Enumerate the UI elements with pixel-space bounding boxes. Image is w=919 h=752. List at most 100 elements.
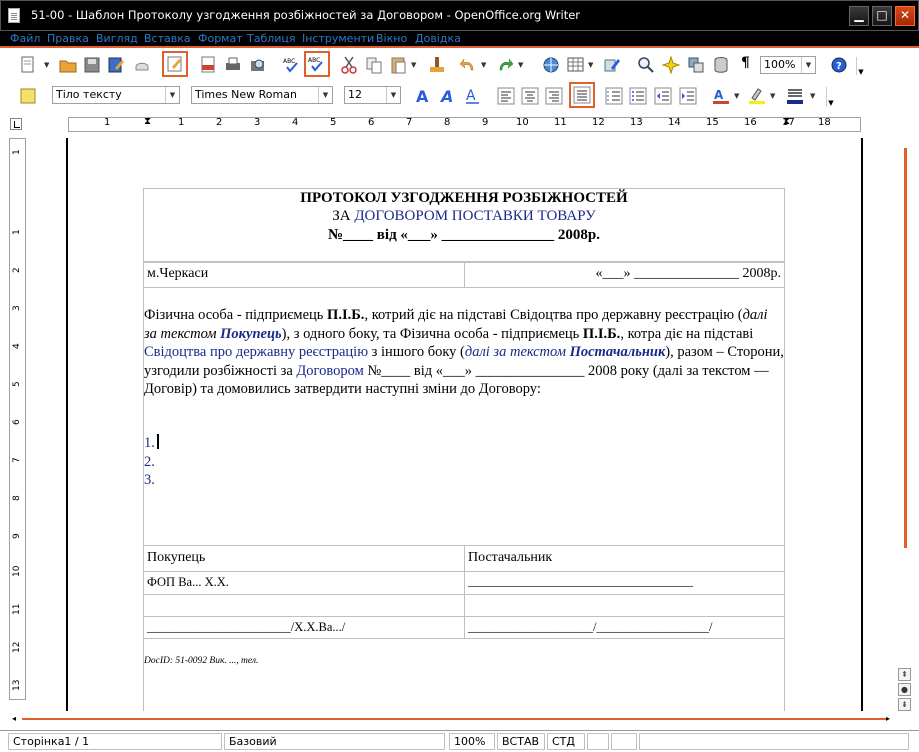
status-style[interactable]: Базовий [224,733,445,750]
scroll-right-icon[interactable]: ▸ [886,714,890,723]
previous-page-icon[interactable]: ⇞ [898,668,911,681]
redo-icon[interactable] [495,55,515,75]
edit-file-icon[interactable] [106,55,126,75]
open-folder-icon[interactable] [58,55,78,75]
navigation-icon[interactable]: ● [898,683,911,696]
numbering-icon[interactable] [604,86,624,106]
edit-mode-icon[interactable] [162,51,188,77]
find-replace-icon[interactable] [636,55,656,75]
status-modified [587,733,609,750]
menu-edit[interactable]: Правка [47,32,89,45]
highlighting-icon[interactable] [747,86,767,106]
font-size-select[interactable]: 12 ▼ [344,86,401,104]
left-indent-marker[interactable]: ⧗ [144,116,151,127]
cut-icon[interactable] [339,55,359,75]
increase-indent-icon[interactable] [678,86,698,106]
align-right-icon[interactable] [544,86,564,106]
styles-formatting-icon[interactable] [18,86,38,106]
para-text: , котрий діє на підставі Свідоцтва про д… [364,307,743,323]
print-icon[interactable] [223,55,243,75]
maximize-button[interactable]: □ [872,6,892,26]
status-page[interactable]: Сторінка1 / 1 [8,733,222,750]
vertical-scrollbar[interactable]: ⇞ ● ⇟ [896,138,913,711]
menu-tools[interactable]: Інструменти [302,32,374,45]
para-text: Фізична особа - підприємець [144,307,328,323]
undo-icon[interactable] [458,55,478,75]
table-dropdown-icon[interactable]: ▼ [588,61,593,69]
horizontal-scrollbar[interactable] [22,718,886,720]
bold-icon[interactable]: A [413,86,433,106]
print-preview-icon[interactable] [248,55,268,75]
navigator-icon[interactable] [661,55,681,75]
menu-view[interactable]: Вигляд [96,32,138,45]
vertical-ruler[interactable]: 1 1 2 3 4 5 6 7 8 9 10 11 12 13 [9,138,26,700]
list-item[interactable]: 2. [144,453,159,472]
export-pdf-icon[interactable] [198,55,218,75]
chevron-down-icon: ▼ [165,87,179,103]
highlighting-dropdown-icon[interactable]: ▼ [770,92,775,100]
decrease-indent-icon[interactable] [653,86,673,106]
undo-dropdown-icon[interactable]: ▼ [481,61,486,69]
save-icon[interactable] [82,55,102,75]
gallery-icon[interactable] [686,55,706,75]
menu-window[interactable]: Вікно [376,32,407,45]
menu-insert[interactable]: Вставка [144,32,191,45]
background-color-dropdown-icon[interactable]: ▼ [810,92,815,100]
scroll-track[interactable] [904,148,907,548]
toolbar-overflow-icon[interactable]: ▼ [856,57,865,76]
bullets-icon[interactable] [628,86,648,106]
font-color-icon[interactable]: A [711,86,731,106]
para-text: Покупець [220,325,282,342]
menu-file[interactable]: Файл [10,32,40,45]
menu-format[interactable]: Формат [198,32,243,45]
zoom-select[interactable]: 100% ▼ [760,56,816,74]
contract-link[interactable]: ДОГОВОРОМ ПОСТАВКИ ТОВАРУ [354,208,595,224]
close-button[interactable]: ✕ [895,6,915,26]
show-draw-functions-icon[interactable] [602,55,622,75]
format-paintbrush-icon[interactable] [427,55,447,75]
ruler-label: 3 [12,305,22,311]
status-bar: Сторінка1 / 1 Базовий 100% ВСТАВ СТД [0,730,919,752]
hyperlink-icon[interactable] [541,55,561,75]
list-item[interactable]: 3. [144,471,159,490]
scroll-left-icon[interactable]: ◂ [12,714,16,723]
underline-icon[interactable]: A [463,86,483,106]
autospellcheck-icon[interactable]: ABC [304,51,330,77]
font-color-dropdown-icon[interactable]: ▼ [734,92,739,100]
paste-icon[interactable] [389,55,409,75]
supplier-signature: ____________________/__________________/ [468,620,713,634]
menu-table[interactable]: Таблиця [247,32,296,45]
para-text: з іншого боку ( [368,344,465,361]
horizontal-ruler[interactable]: ⧗ ⧗ 1 1 2 3 4 5 6 7 8 9 10 11 12 13 14 1… [0,116,919,133]
paragraph-style-select[interactable]: Тіло тексту ▼ [52,86,180,104]
align-center-icon[interactable] [520,86,540,106]
redo-dropdown-icon[interactable]: ▼ [518,61,523,69]
toolbar-overflow-icon[interactable]: ▼ [826,87,835,107]
font-name-select[interactable]: Times New Roman ▼ [191,86,333,104]
status-zoom[interactable]: 100% [449,733,495,750]
pilcrow-icon[interactable]: ¶ [741,55,750,71]
tab-stop-selector[interactable] [10,118,22,130]
copy-icon[interactable] [364,55,384,75]
menu-help[interactable]: Довідка [415,32,461,45]
minimize-button[interactable]: ▁ [849,6,869,26]
status-selection-mode[interactable]: СТД [547,733,585,750]
email-icon[interactable] [132,55,152,75]
align-left-icon[interactable] [496,86,516,106]
next-page-icon[interactable]: ⇟ [898,698,911,711]
new-document-icon[interactable] [18,55,38,75]
paste-dropdown-icon[interactable]: ▼ [411,61,416,69]
table-icon[interactable] [566,55,586,75]
list-item[interactable]: 1. [144,434,159,453]
justify-icon[interactable] [569,82,595,108]
italic-icon[interactable]: A [438,86,458,106]
data-sources-icon[interactable] [711,55,731,75]
background-color-icon[interactable] [785,86,805,106]
status-insert-mode[interactable]: ВСТАВ [497,733,545,750]
table-divider [143,594,785,595]
spellcheck-icon[interactable]: ABC [282,55,302,75]
page-border-left [66,138,68,711]
new-dropdown-icon[interactable]: ▼ [44,61,49,69]
ruler-label: 13 [12,679,22,691]
help-icon[interactable]: ? [829,55,849,75]
